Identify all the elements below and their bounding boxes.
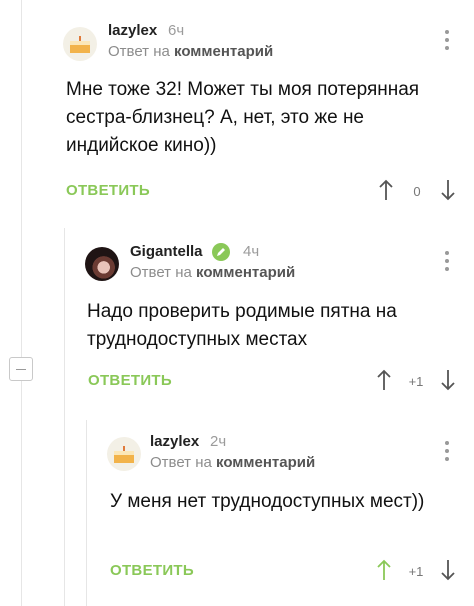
pencil-icon bbox=[212, 243, 230, 261]
comment-time: 6ч bbox=[168, 22, 185, 39]
rating-count: +1 bbox=[408, 564, 424, 579]
comment-time: 4ч bbox=[243, 243, 260, 260]
username[interactable]: Gigantella bbox=[130, 243, 203, 260]
thread-line bbox=[86, 420, 87, 606]
reply-button[interactable]: ОТВЕТИТЬ bbox=[88, 372, 172, 389]
downvote-icon[interactable] bbox=[440, 179, 456, 201]
thread-line bbox=[21, 381, 22, 606]
more-options-icon[interactable] bbox=[440, 251, 454, 273]
thread-line bbox=[64, 228, 65, 606]
thread-line bbox=[21, 0, 22, 357]
reply-to-prefix: Ответ на bbox=[130, 264, 192, 281]
username[interactable]: lazylex bbox=[150, 433, 199, 450]
comment-text: Надо проверить родимые пятна на труднодо… bbox=[87, 301, 397, 350]
more-options-icon[interactable] bbox=[440, 30, 454, 52]
reply-to-prefix: Ответ на bbox=[108, 43, 170, 60]
comment-text: Мне тоже 32! Может ты моя потерянная сес… bbox=[66, 79, 420, 156]
cake-avatar-icon[interactable] bbox=[63, 27, 97, 61]
reply-to-meta: Ответ на комментарий bbox=[130, 264, 295, 281]
rating-count: +1 bbox=[408, 374, 424, 389]
photo-avatar[interactable] bbox=[85, 247, 119, 281]
comment-text: У меня нет труднодоступных мест)) bbox=[110, 491, 425, 512]
comment-time: 2ч bbox=[210, 433, 227, 450]
upvote-icon[interactable] bbox=[376, 369, 392, 391]
upvote-icon[interactable] bbox=[378, 179, 394, 201]
reply-to-link[interactable]: комментарий bbox=[196, 264, 295, 281]
cake-avatar-icon[interactable] bbox=[107, 437, 141, 471]
reply-to-meta: Ответ на комментарий bbox=[108, 43, 273, 60]
more-options-icon[interactable] bbox=[440, 441, 454, 463]
collapse-thread-button[interactable] bbox=[9, 357, 33, 381]
rating-count: 0 bbox=[413, 184, 421, 199]
reply-to-meta: Ответ на комментарий bbox=[150, 454, 315, 471]
reply-to-link[interactable]: комментарий bbox=[174, 43, 273, 60]
downvote-icon[interactable] bbox=[440, 369, 456, 391]
username[interactable]: lazylex bbox=[108, 22, 157, 39]
upvote-icon[interactable] bbox=[376, 559, 392, 581]
reply-to-prefix: Ответ на bbox=[150, 454, 212, 471]
downvote-icon[interactable] bbox=[440, 559, 456, 581]
reply-button[interactable]: ОТВЕТИТЬ bbox=[66, 182, 150, 199]
reply-button[interactable]: ОТВЕТИТЬ bbox=[110, 562, 194, 579]
reply-to-link[interactable]: комментарий bbox=[216, 454, 315, 471]
